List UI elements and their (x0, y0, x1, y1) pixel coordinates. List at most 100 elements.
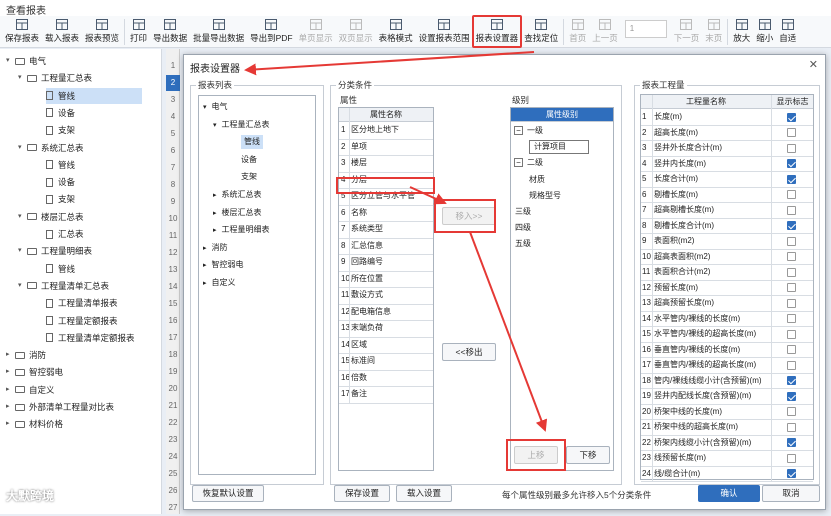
show-checkbox[interactable] (787, 422, 796, 432)
tree-item[interactable]: 支架 (46, 191, 75, 207)
toolbar-btn-16[interactable]: 末页 (702, 16, 725, 47)
show-checkbox[interactable] (787, 469, 796, 478)
expand-arrow-icon[interactable]: ▸ (6, 399, 15, 415)
report-list-item[interactable]: ▸ 工程量明细表 (213, 223, 270, 237)
show-checkbox[interactable] (787, 205, 796, 215)
tree-item[interactable]: 设备 (46, 105, 75, 121)
toolbar-btn-12[interactable]: 查找定位 (521, 16, 561, 47)
report-list-item[interactable]: ▸ 智控弱电 (203, 258, 244, 272)
tree-item[interactable]: ▸ 消防 (6, 347, 46, 363)
attribute-item[interactable]: 所在位置 (351, 272, 433, 286)
level-item[interactable]: − 二级 (514, 156, 543, 170)
attribute-item[interactable]: 末端负荷 (351, 321, 433, 335)
tree-item[interactable]: ▾ 工程量清单汇总表 (18, 278, 109, 294)
page-number-input[interactable]: 1 (624, 20, 667, 38)
show-checkbox[interactable] (787, 329, 796, 339)
show-checkbox[interactable] (787, 391, 796, 401)
report-list-item[interactable]: 管线 (241, 135, 263, 150)
tree-item[interactable]: 工程量清单报表 (46, 295, 118, 311)
toolbar-btn-3[interactable]: 打印 (127, 16, 150, 47)
show-checkbox[interactable] (787, 252, 796, 261)
expand-arrow-icon[interactable]: ▸ (203, 262, 207, 269)
toolbar-btn-13[interactable]: 首页 (566, 16, 589, 47)
show-checkbox[interactable] (787, 283, 796, 292)
level-item[interactable]: 三级 (515, 205, 531, 219)
expand-arrow-icon[interactable]: ▸ (6, 364, 15, 380)
level-item[interactable]: 材质 (529, 173, 545, 187)
expand-arrow-icon[interactable]: ▸ (213, 192, 217, 199)
level-item[interactable]: 规格型号 (529, 189, 561, 203)
toolbar-btn-2[interactable]: 报表预览 (82, 16, 122, 47)
load-settings-button[interactable]: 载入设置 (396, 485, 452, 502)
attribute-item[interactable]: 敷设方式 (351, 288, 433, 302)
expand-arrow-icon[interactable]: ▾ (203, 104, 207, 111)
attribute-item[interactable]: 汇总信息 (351, 239, 433, 253)
move-out-button[interactable]: <<移出 (442, 343, 496, 361)
tree-item[interactable]: ▸ 自定义 (6, 382, 55, 398)
show-checkbox[interactable] (787, 453, 796, 463)
show-checkbox[interactable] (787, 174, 796, 184)
expand-arrow-icon[interactable]: ▾ (18, 70, 27, 86)
toolbar-btn-15[interactable]: 下一页 (671, 16, 703, 47)
show-checkbox[interactable] (787, 236, 796, 246)
level-item[interactable]: 四级 (515, 221, 531, 235)
expand-arrow-icon[interactable]: ▾ (18, 209, 27, 225)
show-checkbox[interactable] (787, 314, 796, 323)
toolbar-btn-10[interactable]: 设置报表范围 (416, 16, 473, 47)
tree-item[interactable]: ▾ 电气 (6, 53, 46, 69)
tree-item[interactable]: 管线 (46, 87, 142, 104)
report-list-item[interactable]: ▸ 系统汇总表 (213, 188, 262, 202)
expand-arrow-icon[interactable]: ▾ (213, 122, 217, 129)
attribute-item[interactable]: 标准间 (351, 354, 433, 368)
toolbar-btn-6[interactable]: 导出到PDF (247, 16, 296, 47)
attribute-item[interactable]: 区域 (351, 338, 433, 352)
report-list-item[interactable]: 支架 (241, 170, 257, 184)
tree-item[interactable]: 工程量定额报表 (46, 313, 118, 329)
expand-arrow-icon[interactable]: ▾ (18, 243, 27, 259)
toolbar-btn-8[interactable]: 双页显示 (336, 16, 376, 47)
collapse-box-icon[interactable]: − (514, 126, 523, 135)
toolbar-btn-9[interactable]: 表格模式 (376, 16, 416, 47)
tree-item[interactable]: 工程量清单定额报表 (46, 330, 135, 346)
toolbar-btn-19[interactable]: 自适 (776, 16, 799, 47)
toolbar-btn-7[interactable]: 单页显示 (296, 16, 336, 47)
expand-arrow-icon[interactable]: ▸ (213, 227, 217, 234)
expand-arrow-icon[interactable]: ▸ (213, 210, 217, 217)
report-list-item[interactable]: ▸ 楼层汇总表 (213, 206, 262, 220)
show-checkbox[interactable] (787, 159, 796, 168)
toolbar-btn-14[interactable]: 上一页 (589, 16, 621, 47)
toolbar-btn-1[interactable]: 载入报表 (42, 16, 82, 47)
show-checkbox[interactable] (787, 376, 796, 385)
report-list-item[interactable]: ▸ 消防 (203, 241, 228, 255)
expand-arrow-icon[interactable]: ▸ (6, 416, 15, 432)
report-list-item[interactable]: 设备 (241, 153, 257, 167)
tree-item[interactable]: 汇总表 (46, 226, 84, 242)
tree-item[interactable]: ▾ 楼层汇总表 (18, 209, 84, 225)
show-checkbox[interactable] (787, 360, 796, 370)
attribute-item[interactable]: 名称 (351, 206, 433, 220)
show-checkbox[interactable] (787, 407, 796, 416)
attribute-item[interactable]: 备注 (351, 387, 433, 401)
tree-item[interactable]: ▾ 系统汇总表 (18, 140, 84, 156)
show-checkbox[interactable] (787, 267, 796, 277)
report-list-item[interactable]: ▸ 自定义 (203, 276, 236, 290)
attribute-item[interactable]: 倍数 (351, 371, 433, 385)
attribute-item[interactable]: 区分地上地下 (351, 123, 433, 137)
attribute-item[interactable]: 配电箱信息 (351, 305, 433, 319)
attribute-item[interactable]: 单项 (351, 140, 433, 154)
expand-arrow-icon[interactable]: ▸ (6, 382, 15, 398)
expand-arrow-icon[interactable]: ▾ (18, 278, 27, 294)
expand-arrow-icon[interactable]: ▾ (18, 140, 27, 156)
tree-item[interactable]: ▾ 工程量明细表 (18, 243, 92, 259)
expand-arrow-icon[interactable]: ▸ (203, 245, 207, 252)
tree-item[interactable]: ▾ 工程量汇总表 (18, 70, 92, 86)
tree-item[interactable]: ▸ 智控弱电 (6, 364, 63, 380)
restore-default-button[interactable]: 恢复默认设置 (192, 485, 264, 502)
toolbar-btn-5[interactable]: 批量导出数据 (190, 16, 247, 47)
show-checkbox[interactable] (787, 345, 796, 354)
expand-arrow-icon[interactable]: ▸ (203, 280, 207, 287)
show-checkbox[interactable] (787, 298, 796, 308)
move-down-button[interactable]: 下移 (566, 446, 610, 464)
attribute-item[interactable]: 楼层 (351, 156, 433, 170)
tree-item[interactable]: 支架 (46, 122, 75, 138)
